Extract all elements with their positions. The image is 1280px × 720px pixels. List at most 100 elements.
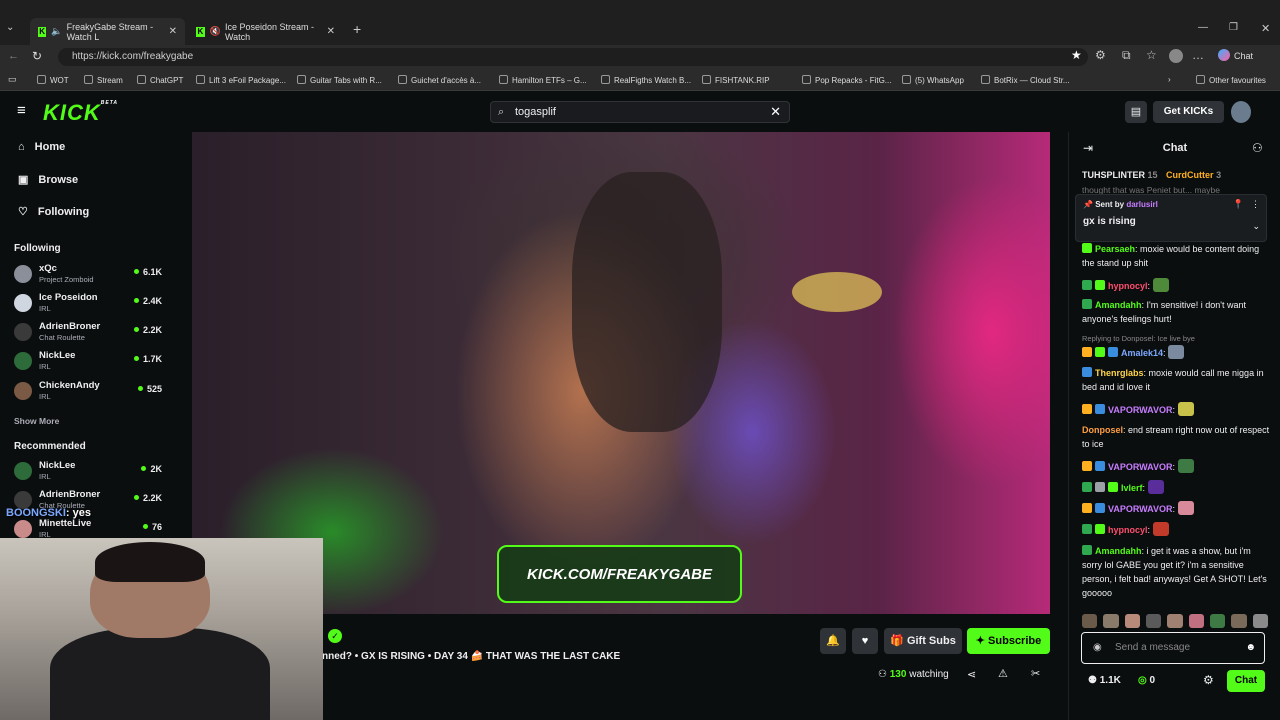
show-more-link[interactable]: Show More [14,416,59,426]
chat-user[interactable]: VAPORWAVOR [1108,405,1173,415]
bookmark-item[interactable]: (5) WhatsApp [902,75,964,85]
copilot-chat-button[interactable]: Chat [1218,49,1253,61]
bookmark-item[interactable]: RealFigths Watch B... [601,75,691,85]
chat-user[interactable]: Thenrglabs [1095,368,1144,378]
chat-user[interactable]: Pearsaeh [1095,244,1135,254]
tab-freakygabe[interactable]: K 🔈 FreakyGabe Stream - Watch L ✕ [30,18,185,45]
chat-user[interactable]: hypnocyl [1108,281,1148,291]
chat-users-icon[interactable]: ⚇ [1252,141,1263,155]
emote-icon[interactable] [1167,614,1183,628]
more-menu-icon[interactable]: … [1192,48,1204,62]
sidebar-item-home[interactable]: ⌂ Home [18,141,65,153]
chat-user[interactable]: Donposel [1082,425,1123,435]
new-tab-icon[interactable]: + [353,21,361,37]
maximize-icon[interactable]: ❐ [1229,22,1238,33]
chat-user[interactable]: hypnocyl [1108,525,1148,535]
subscribe-button[interactable]: ✦ Subscribe [967,628,1050,654]
collections-icon[interactable]: ⧉ [1122,48,1131,63]
layout-icon[interactable]: ▤ [1125,101,1147,123]
reading-list-icon[interactable]: ▭ [8,74,17,85]
folder-icon [1196,75,1205,84]
clear-search-icon[interactable]: ✕ [770,102,781,122]
report-icon[interactable]: ⚠ [998,667,1008,680]
recommended-channel[interactable]: NickLee IRL 2K [14,460,164,488]
followed-channel[interactable]: ChickenAndy IRL 525 [14,380,164,408]
chat-user[interactable]: Amandahh [1095,300,1142,310]
emote-icon[interactable] [1252,614,1268,628]
chat-message-input[interactable]: ◉ Send a message ☻ [1081,632,1265,664]
emote-icon[interactable] [1145,614,1162,628]
pinned-more-icon[interactable]: ⋮ [1251,199,1260,210]
hamburger-menu-icon[interactable]: ≡ [17,102,26,119]
followed-channel[interactable]: AdrienBroner Chat Roulette 2.2K [14,321,164,349]
emote-icon[interactable] [1082,614,1098,628]
badge-icon [1082,299,1092,309]
sidebar-item-following[interactable]: ♡ Following [18,205,89,219]
tab-menu-icon[interactable]: ⌄ [6,22,14,33]
emote-icon[interactable] [1124,614,1140,628]
viewer-count: 2.2K [134,325,162,335]
search-input[interactable]: ⌕ togasplif ✕ [490,101,790,123]
bookmark-item[interactable]: FISHTANK.RIP [702,75,770,85]
follow-heart-button[interactable]: ♥ [852,628,878,654]
bookmark-label: Hamilton ETFs – G... [512,76,587,85]
share-icon[interactable]: ⋖ [967,668,976,681]
emote-icon[interactable] [1103,614,1119,628]
minimize-icon[interactable]: — [1198,22,1208,33]
send-chat-button[interactable]: Chat [1227,670,1265,692]
favorite-star-icon[interactable]: ★ [1071,48,1082,62]
bookmark-item[interactable]: Hamilton ETFs – G... [499,75,587,85]
get-kicks-button[interactable]: Get KICKs [1153,101,1224,123]
gift-subs-button[interactable]: 🎁 Gift Subs [884,628,962,654]
bookmark-item[interactable]: ChatGPT [137,75,183,85]
url-field[interactable]: https://kick.com/freakygabe [58,48,1088,66]
close-tab-icon[interactable]: ✕ [327,26,335,37]
tab-ice-poseidon[interactable]: K 🔇 Ice Poseidon Stream - Watch ✕ [188,18,343,45]
followed-channel[interactable]: Ice Poseidon IRL 2.4K [14,292,164,320]
unpin-icon[interactable]: 📍 [1233,199,1244,210]
bookmark-item[interactable]: BotRix — Cloud Str... [981,75,1070,85]
copilot-label: Chat [1234,51,1254,61]
followed-channel[interactable]: NickLee IRL 1.7K [14,350,164,378]
chat-user[interactable]: Ivlerf [1121,483,1143,493]
bell-icon: 🔔 [826,635,840,647]
kick-logo[interactable]: KICKBETA [43,100,118,126]
close-window-icon[interactable]: ✕ [1261,22,1270,35]
profile-avatar[interactable] [1169,49,1183,63]
other-favourites[interactable]: Other favourites [1196,75,1266,85]
user-avatar[interactable] [1231,101,1251,123]
emoji-icon[interactable]: ☻ [1245,633,1256,663]
favorites-icon[interactable]: ☆ [1146,48,1157,62]
bookmark-item[interactable]: Stream [84,75,123,85]
globe-icon [702,75,711,84]
emote-icon[interactable] [1209,614,1226,628]
clip-icon[interactable]: ✂ [1031,667,1040,680]
chat-settings-icon[interactable]: ⚙ [1203,673,1214,687]
bookmark-item[interactable]: Guichet d'accès à... [398,75,481,85]
followed-channel[interactable]: xQc Project Zomboid 6.1K [14,263,164,291]
expand-pinned-icon[interactable]: ⌄ [1252,221,1260,232]
pinned-message[interactable]: 📌 Sent by darlusirl gx is rising 📍 ⋮ ⌄ [1075,194,1267,242]
bookmarks-overflow-icon[interactable]: › [1168,75,1171,84]
chat-text: : [1172,504,1176,514]
chat-user[interactable]: VAPORWAVOR [1108,462,1173,472]
emote-icon[interactable] [1231,614,1247,628]
emote-icon[interactable] [1188,614,1204,628]
reload-icon[interactable]: ↻ [32,49,42,63]
back-icon[interactable]: ← [8,50,19,62]
close-tab-icon[interactable]: ✕ [169,26,177,37]
extension-icon[interactable]: ⚙ [1095,48,1106,62]
bookmark-item[interactable]: WOT [37,75,69,85]
chat-user[interactable]: Amandahh [1095,546,1142,556]
sidebar-item-browse[interactable]: ▣ Browse [18,173,78,187]
chat-user[interactable]: Amalek14 [1121,348,1163,358]
followers-count: 1.1K [1099,675,1121,686]
bookmark-item[interactable]: Lift 3 eFoil Package... [196,75,286,85]
folder-icon [37,75,46,84]
chat-user[interactable]: VAPORWAVOR [1108,504,1173,514]
kick-favicon-icon: K [196,26,205,37]
bookmark-item[interactable]: Guitar Tabs with R... [297,75,382,85]
bookmark-item[interactable]: Pop Repacks - FitG... [802,75,891,85]
bookmark-label: BotRix — Cloud Str... [994,76,1070,85]
notification-bell-button[interactable]: 🔔 [820,628,846,654]
